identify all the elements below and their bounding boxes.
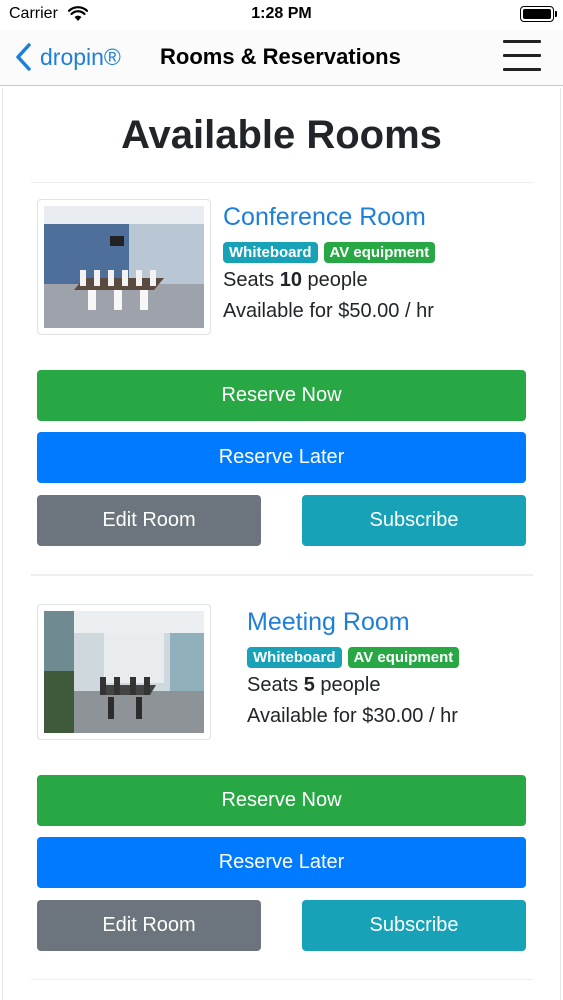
price-text: Available for $30.00 / hr [247,705,458,727]
room-info: Meeting Room Whiteboard AV equipment Sea… [247,608,460,728]
subscribe-button[interactable]: Subscribe [302,900,526,951]
room-photo [37,604,211,740]
seats-text: Seats 10 people [223,269,368,291]
reserve-later-button[interactable]: Reserve Later [37,432,526,483]
badge-whiteboard: Whiteboard [247,647,342,668]
room-photo [37,199,211,335]
seats-text: Seats 5 people [247,674,381,696]
badge-av-equipment: AV equipment [347,647,460,668]
navigation-bar: dropin® Rooms & Reservations [0,30,563,86]
status-bar: Carrier 1:28 PM [0,0,563,30]
badge-av-equipment: AV equipment [323,242,436,263]
seats-count: 5 [303,674,315,696]
room-card: Conference Room Whiteboard AV equipment … [31,182,533,575]
reserve-now-button[interactable]: Reserve Now [37,370,526,421]
hamburger-menu-icon[interactable] [503,40,541,74]
room-name-link[interactable]: Meeting Room [247,608,459,637]
amenity-badges: Whiteboard AV equipment [223,242,436,263]
room-info: Conference Room Whiteboard AV equipment … [223,203,436,323]
subscribe-button[interactable]: Subscribe [302,495,526,546]
edit-room-button[interactable]: Edit Room [37,495,261,546]
room-card: Meeting Room Whiteboard AV equipment Sea… [31,575,533,980]
reserve-now-button[interactable]: Reserve Now [37,775,526,826]
badge-whiteboard: Whiteboard [223,242,318,263]
page-title: Available Rooms [121,113,442,157]
back-label: dropin® [40,43,121,70]
amenity-badges: Whiteboard AV equipment [247,647,460,668]
back-button[interactable]: dropin® [14,42,121,72]
room-name-link[interactable]: Conference Room [223,203,435,232]
seats-count: 10 [279,269,302,291]
clock: 1:28 PM [251,5,312,22]
battery-icon [520,6,557,22]
reserve-later-button[interactable]: Reserve Later [37,837,526,888]
main-content: Available Rooms Conference Room Whiteboa… [2,88,561,1000]
chevron-left-icon [16,43,31,71]
edit-room-button[interactable]: Edit Room [37,900,261,951]
price-text: Available for $50.00 / hr [223,300,434,322]
nav-title: Rooms & Reservations [160,44,401,69]
